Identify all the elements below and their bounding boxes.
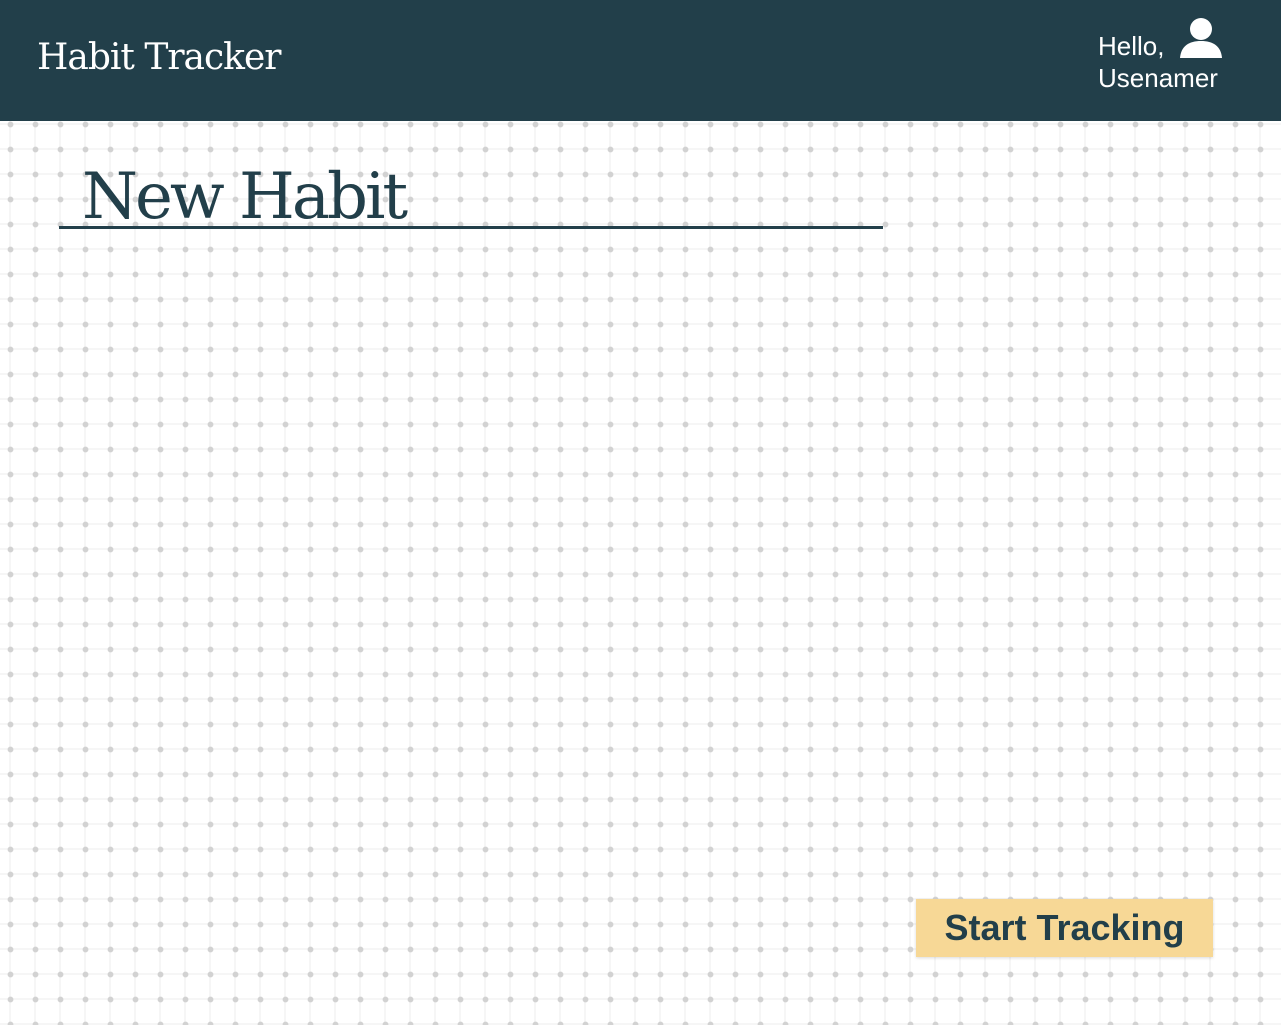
grid-canvas [0, 121, 1281, 1025]
user-icon[interactable] [1179, 17, 1223, 59]
greeting-text: Hello, [1098, 31, 1165, 61]
user-menu[interactable]: Hello, Usenamer [1098, 18, 1258, 96]
top-header: Habit Tracker Hello, Usenamer [0, 0, 1281, 121]
start-tracking-button[interactable]: Start Tracking [916, 899, 1213, 957]
username-text: Usenamer [1098, 63, 1218, 93]
app-title[interactable]: Habit Tracker [37, 34, 281, 82]
page-title: New Habit [82, 160, 408, 234]
title-underline [59, 226, 883, 229]
